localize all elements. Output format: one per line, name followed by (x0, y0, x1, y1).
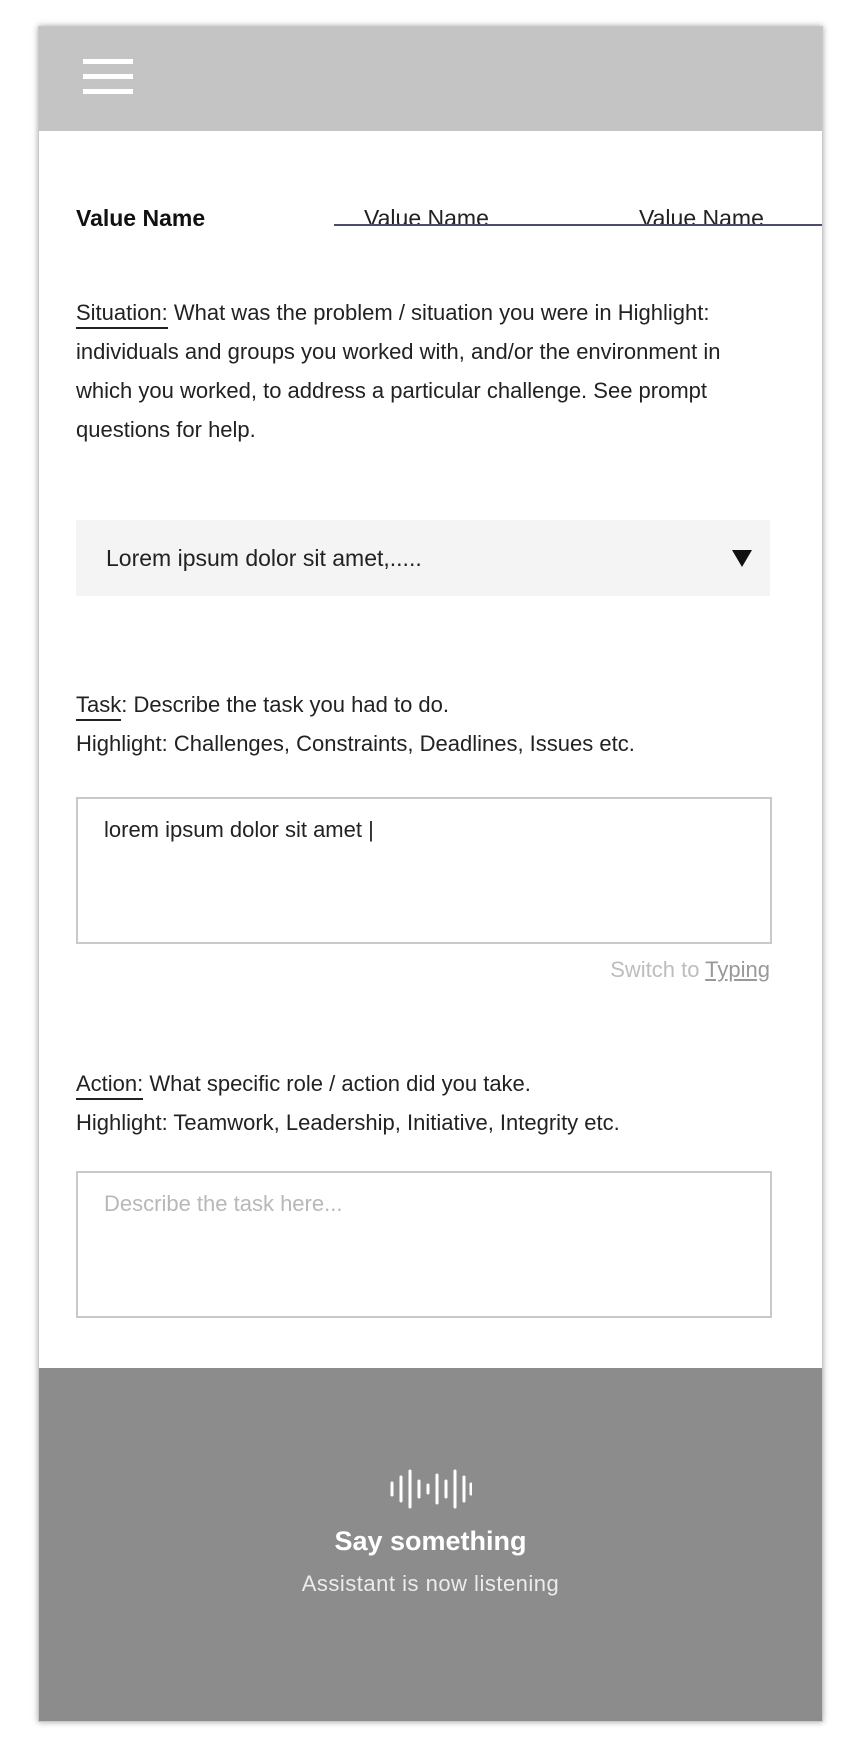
hamburger-menu-icon[interactable] (83, 57, 133, 99)
task-prompt: Task: Describe the task you had to do. H… (76, 685, 776, 763)
situation-dropdown-value: Lorem ipsum dolor sit amet,..... (106, 545, 422, 571)
task-textbox[interactable]: lorem ipsum dolor sit amet | (76, 797, 772, 944)
app-screen: Value Name Value Name Value Name Situati… (38, 26, 823, 1722)
switch-input-mode: Switch to Typing (610, 957, 770, 983)
menu-line (83, 74, 133, 79)
task-description: : Describe the task you had to do. (121, 692, 449, 717)
value-tabs: Value Name Value Name Value Name (39, 187, 822, 253)
action-textbox[interactable] (76, 1171, 772, 1318)
action-prompt: Action: What specific role / action did … (76, 1064, 776, 1142)
assistant-title: Say something (334, 1526, 527, 1556)
action-label: Action: (76, 1071, 144, 1100)
action-input[interactable] (78, 1173, 770, 1316)
situation-prompt: Situation: What was the problem / situat… (76, 293, 776, 449)
situation-dropdown[interactable]: Lorem ipsum dolor sit amet,..... (76, 520, 770, 596)
switch-to-typing-link[interactable]: Typing (705, 957, 770, 982)
tab-value-name-3[interactable]: Value Name (639, 187, 819, 249)
top-app-bar (39, 27, 822, 131)
assistant-status: Assistant is now listening (301, 1571, 560, 1596)
active-tab-indicator (334, 224, 822, 226)
menu-line (83, 59, 133, 64)
caret-down-icon (732, 550, 752, 567)
menu-line (83, 89, 133, 94)
task-label: Task (76, 692, 122, 721)
situation-label: Situation: (76, 300, 168, 329)
action-highlight: Highlight: Teamwork, Leadership, Initiat… (76, 1110, 620, 1135)
switch-prefix: Switch to (610, 957, 706, 982)
voice-waveform-icon[interactable] (388, 1469, 472, 1509)
voice-assistant-panel: Say something Assistant is now listening (39, 1368, 822, 1721)
situation-description: What was the problem / situation you wer… (76, 300, 721, 442)
task-input[interactable]: lorem ipsum dolor sit amet | (78, 799, 770, 942)
task-highlight: Highlight: Challenges, Constraints, Dead… (76, 731, 635, 756)
action-description: What specific role / action did you take… (143, 1071, 531, 1096)
tab-value-name-1[interactable]: Value Name (76, 187, 336, 249)
tab-value-name-2[interactable]: Value Name (364, 187, 564, 249)
